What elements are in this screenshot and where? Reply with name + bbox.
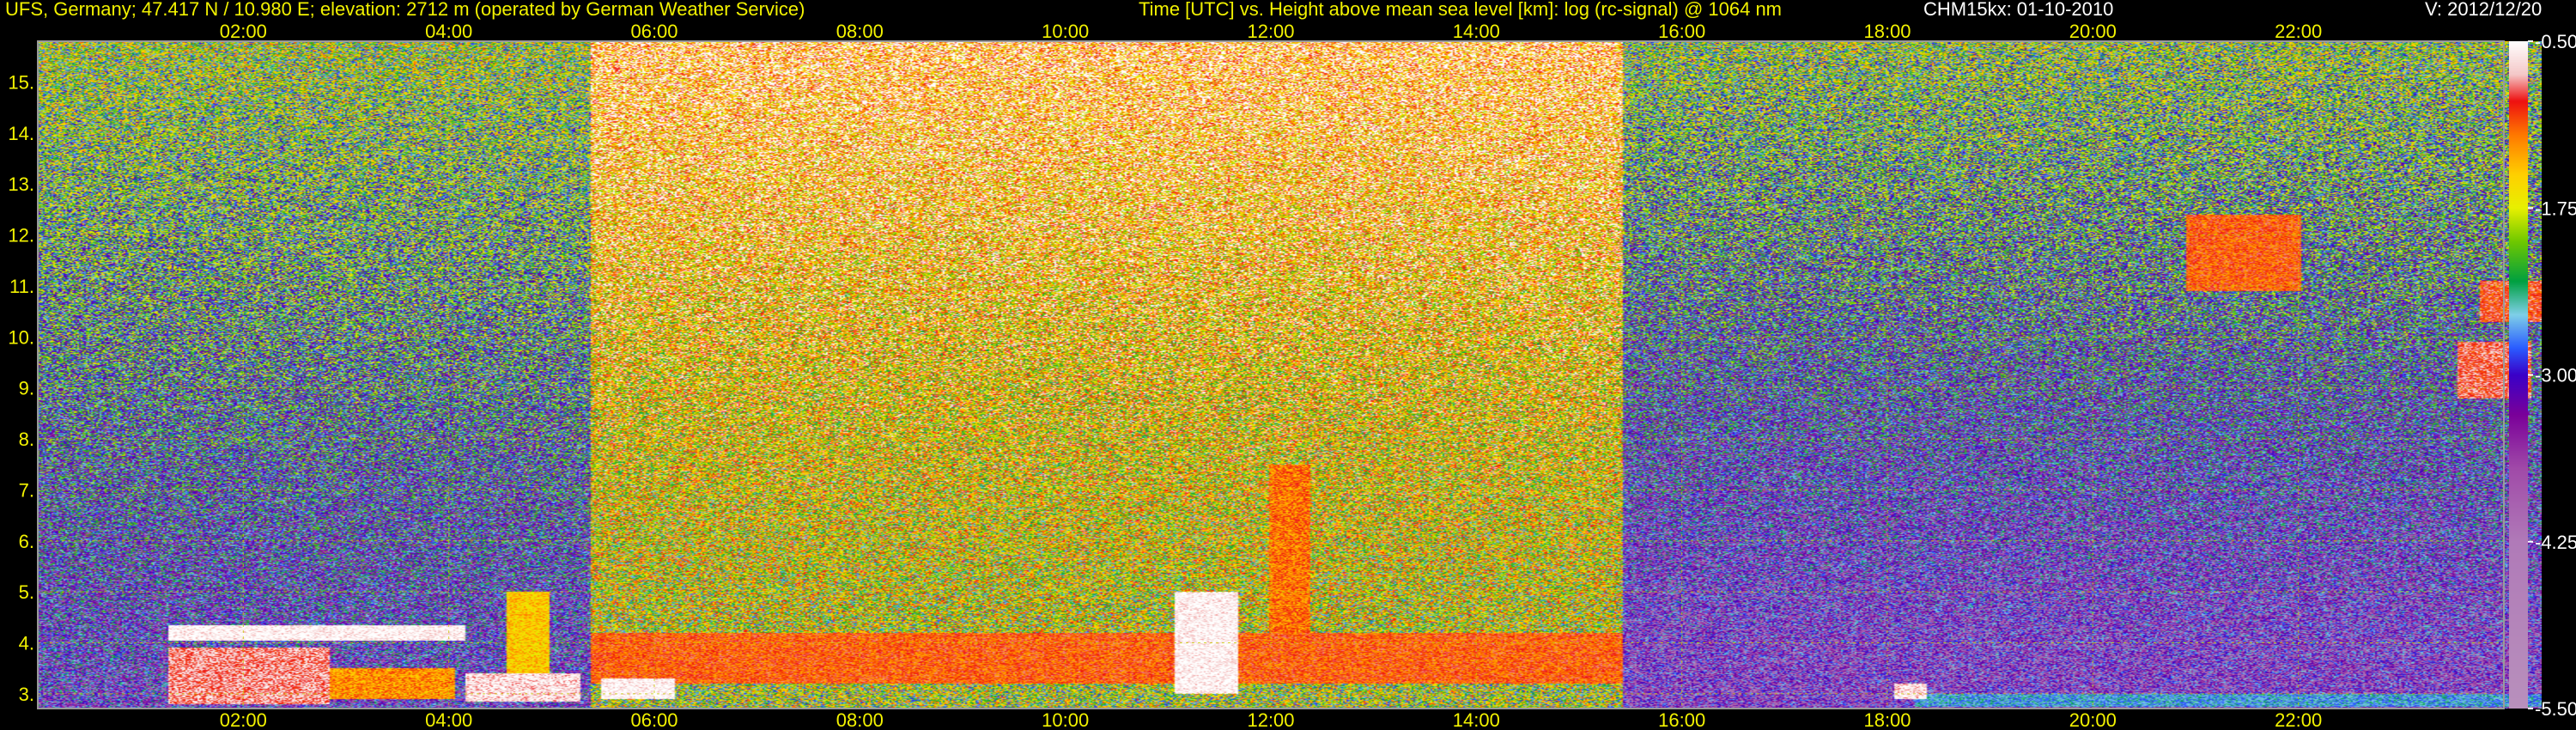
colorbar-tick-label: -4.25: [2535, 532, 2576, 553]
y-tick-label: 5.: [19, 581, 34, 603]
colorbar-tick-label: -5.50: [2535, 698, 2576, 720]
x-tick-label-top: 20:00: [2069, 21, 2117, 42]
x-tick-label-top: 16:00: [1658, 21, 1705, 42]
y-tick-label: 11.: [9, 276, 34, 297]
x-tick-label-top: 10:00: [1042, 21, 1089, 42]
x-tick-label-top: 12:00: [1247, 21, 1294, 42]
y-tick-label: 12.: [8, 225, 34, 246]
x-tick-label-bottom: 14:00: [1453, 709, 1500, 730]
y-tick-label: 4.: [19, 633, 34, 654]
x-tick-label-top: 08:00: [836, 21, 884, 42]
y-tick-label: 7.: [19, 479, 34, 501]
x-tick-label-top: 18:00: [1863, 21, 1911, 42]
grid: [38, 41, 2504, 709]
y-tick-label: 14.: [8, 123, 34, 144]
x-tick-label-bottom: 22:00: [2275, 709, 2322, 730]
axes-overlay: 02:00 04:00 06:00 08:00 10:00 12:00 14:00 16:00…: [8, 21, 2576, 730]
x-tick-label-bottom: 20:00: [2069, 709, 2117, 730]
y-tick-label: 3.: [19, 684, 34, 705]
colorbar-tick-label: -3.00: [2535, 365, 2576, 386]
x-tick-labels-bottom: 02:00 04:00 06:00 08:00 10:00 12:00 14:00 16:00…: [220, 709, 2322, 730]
x-tick-label-bottom: 18:00: [1863, 709, 1911, 730]
x-tick-label-top: 06:00: [630, 21, 677, 42]
y-tick-label: 8.: [19, 429, 34, 450]
y-tick-label: 15.: [8, 71, 34, 93]
x-tick-label-top: 02:00: [220, 21, 267, 42]
y-tick-label: 6.: [19, 531, 34, 552]
y-tick-labels: 3. 4. 5. 6. 7. 8. 9. 10. 11. 12. 13. 14. 15.: [8, 71, 34, 704]
y-tick-label: 13.: [8, 173, 34, 195]
colorbar-tick-labels: -0.50 -1.75 -3.00 -4.25 -5.50: [2528, 31, 2576, 720]
lidar-figure: UFS, Germany; 47.417 N / 10.980 E; eleva…: [0, 0, 2576, 730]
x-tick-label-bottom: 06:00: [630, 709, 677, 730]
x-tick-label-bottom: 10:00: [1042, 709, 1089, 730]
y-tick-label: 9.: [19, 378, 34, 399]
x-tick-label-bottom: 12:00: [1247, 709, 1294, 730]
colorbar-tick-label: -0.50: [2535, 31, 2576, 52]
x-tick-label-bottom: 04:00: [425, 709, 472, 730]
x-tick-label-top: 14:00: [1453, 21, 1500, 42]
x-tick-labels-top: 02:00 04:00 06:00 08:00 10:00 12:00 14:00 16:00…: [220, 21, 2322, 42]
x-tick-label-bottom: 16:00: [1658, 709, 1705, 730]
x-tick-label-bottom: 02:00: [220, 709, 267, 730]
colorbar-tick-label: -1.75: [2535, 198, 2576, 219]
y-tick-label: 10.: [8, 326, 34, 348]
x-tick-label-top: 04:00: [425, 21, 472, 42]
x-tick-label-top: 22:00: [2275, 21, 2322, 42]
x-tick-label-bottom: 08:00: [836, 709, 884, 730]
